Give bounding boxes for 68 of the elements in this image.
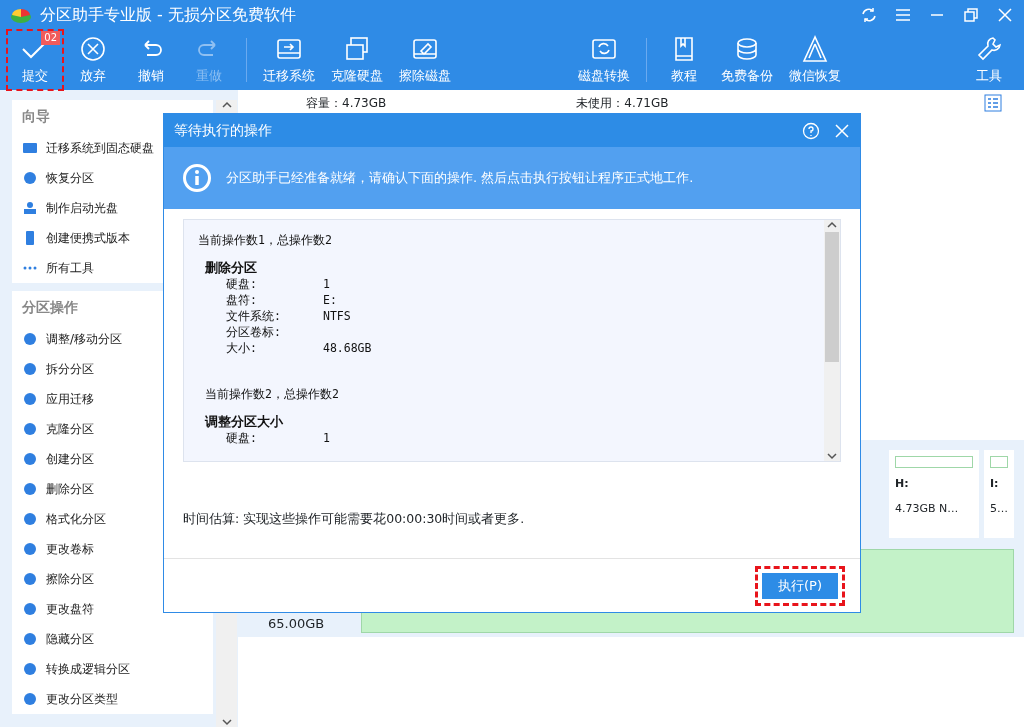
sidebar-item[interactable]: 删除分区 <box>12 474 213 504</box>
triangle-logo-icon <box>801 34 829 63</box>
toolbar-button[interactable]: 克隆硬盘 <box>323 28 391 92</box>
sidebar-item[interactable]: 更改卷标 <box>12 534 213 564</box>
sidebar-item[interactable]: 隐藏分区 <box>12 624 213 654</box>
operation-count: 当前操作数1，总操作数2 <box>198 232 333 248</box>
sidebar-item[interactable]: 更改分区类型 <box>12 684 213 714</box>
field-label: 文件系统: <box>226 308 282 324</box>
close-icon[interactable] <box>996 6 1014 24</box>
partition-card[interactable]: I: 5… <box>984 450 1014 538</box>
field-value: NTFS <box>323 308 351 324</box>
sidebar-item[interactable]: 拆分分区 <box>12 354 213 384</box>
sidebar-item[interactable]: 转换成逻辑分区 <box>12 654 213 684</box>
toolbar-button[interactable]: 微信恢复 <box>781 28 849 92</box>
operation-title: 删除分区 <box>204 260 258 276</box>
field-value: 1 <box>323 430 330 446</box>
toolbar-button[interactable]: 教程 <box>655 28 713 92</box>
scroll-up-icon <box>221 100 232 110</box>
sidebar-item[interactable]: 创建分区 <box>12 444 213 474</box>
list-view-icon <box>984 94 1002 112</box>
sidebar-item[interactable]: 更改盘符 <box>12 594 213 624</box>
drives-icon <box>343 34 371 63</box>
dialog-title: 等待执行的操作 <box>174 121 272 140</box>
window-title: 分区助手专业版 - 无损分区免费软件 <box>40 4 296 26</box>
cancel-circle-icon <box>79 34 107 63</box>
count-badge: 02 <box>41 30 60 45</box>
field-value: 1 <box>323 276 330 292</box>
close-icon[interactable] <box>834 122 850 139</box>
menu-icon[interactable] <box>894 6 912 24</box>
execute-button[interactable]: 执行(P) <box>755 565 845 606</box>
sidebar-item[interactable]: 制作启动光盘 <box>12 193 213 223</box>
field-label: 硬盘: <box>226 430 258 446</box>
toolbar-button[interactable]: 撤销 <box>122 28 180 92</box>
restore-icon[interactable] <box>962 6 980 24</box>
sidebar-item[interactable]: 恢复分区 <box>12 163 213 193</box>
help-icon[interactable] <box>802 121 820 140</box>
sidebar-item[interactable]: 调整/移动分区 <box>12 324 213 354</box>
section-header: 向导 <box>21 107 51 126</box>
refresh-icon[interactable] <box>860 6 878 24</box>
operation-title: 调整分区大小 <box>203 414 284 430</box>
info-message: 分区助手已经准备就绪，请确认下面的操作. 然后点击执行按钮让程序正式地工作. <box>226 169 694 188</box>
scroll-down-icon <box>827 451 837 461</box>
section-header: 分区操作 <box>21 298 79 317</box>
field-value: 48.68GB <box>323 340 372 356</box>
toolbar-button[interactable]: 放弃 <box>64 28 122 92</box>
partition-card[interactable]: H: 4.73GB N… <box>889 450 979 538</box>
capacity-text: 容量：4.73GB <box>306 95 387 112</box>
sidebar-item[interactable]: 擦除分区 <box>12 564 213 594</box>
app-logo-icon <box>10 6 32 24</box>
scroll-down-icon <box>221 717 232 727</box>
field-label: 大小: <box>226 340 258 356</box>
field-value: E: <box>323 292 337 308</box>
info-icon <box>182 163 212 193</box>
scroll-up-icon <box>827 220 837 230</box>
wrench-icon <box>975 34 1003 63</box>
toolbar-button[interactable]: 擦除磁盘 <box>391 28 459 92</box>
scrollbar[interactable] <box>824 220 840 461</box>
unused-text: 未使用：4.71GB <box>576 95 669 112</box>
disk-size: 65.00GB <box>268 614 325 633</box>
operation-count: 当前操作数2，总操作数2 <box>204 386 340 402</box>
toolbar-button[interactable]: 迁移系统 <box>255 28 323 92</box>
field-label: 硬盘: <box>226 276 258 292</box>
toolbar-button[interactable]: 磁盘转换 <box>570 28 638 92</box>
field-label: 盘符: <box>226 292 258 308</box>
toolbar-button[interactable]: 免费备份 <box>713 28 781 92</box>
time-estimate: 时间估算: 实现这些操作可能需要花00:00:30时间或者更多. <box>182 510 526 528</box>
field-label: 分区卷标: <box>226 324 282 340</box>
toolbar-button[interactable]: 工具 <box>960 28 1018 92</box>
